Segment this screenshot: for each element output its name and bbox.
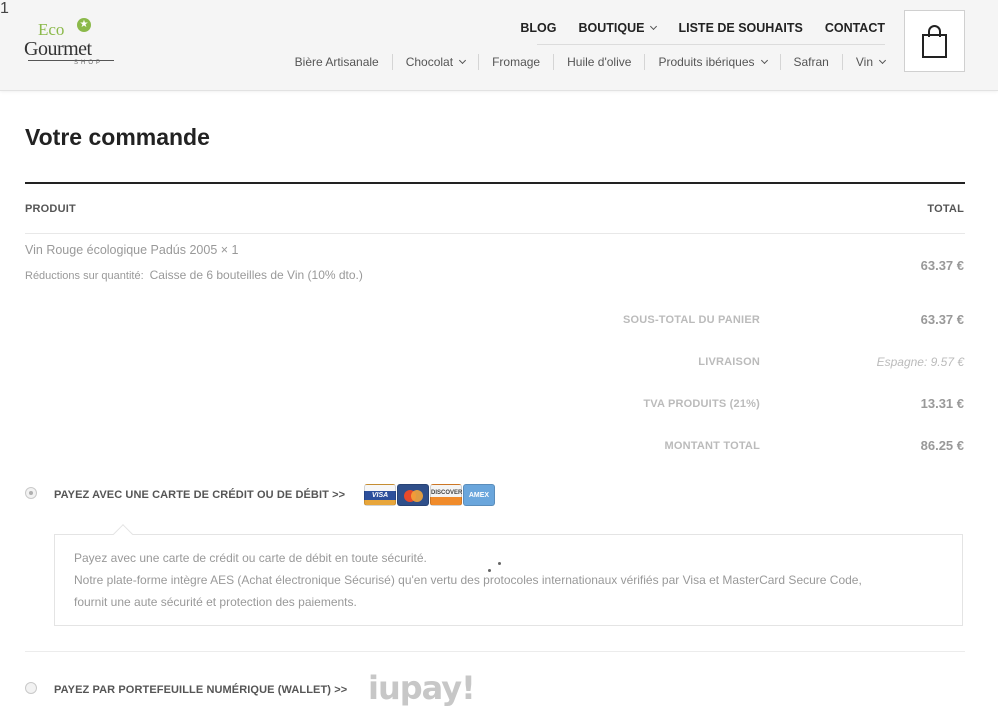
- chevron-down-icon: [760, 56, 768, 65]
- nav-boutique[interactable]: BOUTIQUE: [578, 20, 658, 36]
- chevron-down-icon: [459, 56, 467, 65]
- order-item-name: Vin Rouge écologique Padús 2005 × 1: [25, 243, 239, 257]
- category-huile-d-olive[interactable]: Huile d'olive: [553, 54, 644, 70]
- amex-logo: AMEX: [463, 484, 495, 506]
- category-label: Chocolat: [405, 55, 454, 69]
- loading-spinner-icon: [488, 569, 491, 572]
- subtotal-value: 63.37 €: [920, 312, 964, 327]
- discover-logo: DISCOVER: [430, 484, 462, 506]
- nav-contact-label: CONTACT: [824, 21, 885, 35]
- payment-description-line: fournit une aute sécurité et protection …: [74, 595, 357, 609]
- table-top-rule: [25, 182, 965, 184]
- order-item-total: 63.37 €: [920, 258, 964, 273]
- nav-blog[interactable]: BLOG: [520, 20, 556, 36]
- category-label: Bière Artisanale: [294, 55, 379, 69]
- category-chocolat[interactable]: Chocolat: [391, 54, 478, 70]
- top-navigation: BLOG BOUTIQUE LISTE DE SOUHAITS CONTACT: [498, 20, 885, 36]
- column-header-total: TOTAL: [927, 203, 964, 215]
- eco-gourmet-logo[interactable]: Eco ★ Gourmet SHOP: [24, 18, 120, 70]
- category-produits-iberiques[interactable]: Produits ibériques: [644, 54, 779, 70]
- payment-wallet-label[interactable]: PAYEZ PAR PORTEFEUILLE NUMÉRIQUE (WALLET…: [54, 684, 347, 696]
- category-biere-artisanale[interactable]: Bière Artisanale: [282, 54, 392, 70]
- category-label: Fromage: [492, 55, 541, 69]
- table-header-divider: [25, 233, 965, 234]
- order-total-label: MONTANT TOTAL: [664, 440, 760, 452]
- cart-count-badge: 1: [0, 0, 9, 17]
- nav-boutique-label: BOUTIQUE: [578, 21, 645, 35]
- site-header: Eco ★ Gourmet SHOP BLOG BOUTIQUE LISTE D…: [0, 0, 998, 91]
- chevron-down-icon: [878, 56, 887, 65]
- logo-gourmet-text: Gourmet: [24, 38, 92, 60]
- category-label: Vin: [855, 55, 873, 69]
- category-fromage[interactable]: Fromage: [478, 54, 553, 70]
- nav-divider: [537, 44, 885, 45]
- nav-contact[interactable]: CONTACT: [825, 20, 885, 36]
- payment-wallet-radio[interactable]: [25, 682, 37, 694]
- payment-description-line: Notre plate-forme intègre AES (Achat éle…: [74, 573, 862, 587]
- shopping-bag-icon: [922, 34, 947, 58]
- category-navigation: Bière Artisanale Chocolat Fromage Huile …: [282, 53, 887, 71]
- payment-card-label[interactable]: PAYEZ AVEC UNE CARTE DE CRÉDIT OU DE DÉB…: [54, 489, 345, 501]
- visa-logo: VISA: [364, 484, 396, 506]
- iupay-logo: iupay!: [368, 669, 476, 707]
- payment-divider: [25, 651, 965, 652]
- category-label: Huile d'olive: [567, 55, 632, 69]
- category-vin[interactable]: Vin: [841, 54, 887, 70]
- vat-label: TVA PRODUITS (21%): [643, 398, 760, 410]
- column-header-product: PRODUIT: [25, 203, 76, 215]
- order-total-value: 86.25 €: [920, 438, 964, 453]
- payment-card-radio[interactable]: [25, 487, 37, 499]
- cart-button[interactable]: [904, 10, 965, 72]
- logo-eco-text: Eco: [38, 20, 65, 39]
- category-label: Produits ibériques: [658, 55, 755, 69]
- page-title: Votre commande: [25, 124, 210, 150]
- nav-blog-label: BLOG: [520, 21, 557, 35]
- loading-spinner-icon: [498, 562, 501, 565]
- mastercard-logo: [397, 484, 429, 506]
- logo-star-icon: ★: [77, 18, 91, 32]
- shipping-label: LIVRAISON: [698, 356, 760, 368]
- shipping-value: Espagne: 9.57 €: [876, 355, 964, 369]
- chevron-down-icon: [650, 22, 658, 31]
- category-label: Safran: [793, 55, 829, 69]
- nav-liste-de-souhaits[interactable]: LISTE DE SOUHAITS: [678, 20, 802, 36]
- nav-wishlist-label: LISTE DE SOUHAITS: [678, 21, 803, 35]
- discount-value: Caisse de 6 bouteilles de Vin (10% dto.): [149, 268, 363, 282]
- vat-value: 13.31 €: [920, 396, 964, 411]
- payment-description-line: Payez avec une carte de crédit ou carte …: [74, 551, 427, 565]
- order-item-discount: Réductions sur quantité: Caisse de 6 bout…: [25, 268, 363, 282]
- logo-shop-text: SHOP: [74, 60, 104, 66]
- subtotal-label: SOUS-TOTAL DU PANIER: [622, 314, 760, 326]
- discount-label: Réductions sur quantité:: [25, 270, 144, 282]
- category-safran[interactable]: Safran: [779, 54, 842, 70]
